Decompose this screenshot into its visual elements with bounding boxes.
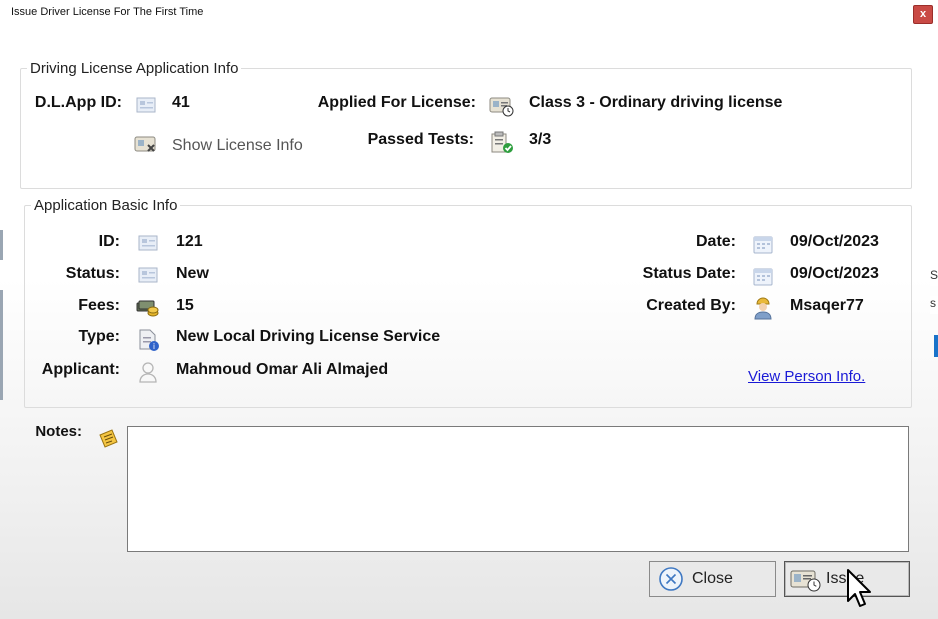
notes-textarea[interactable] — [127, 426, 909, 552]
license-app-info-legend: Driving License Application Info — [30, 60, 239, 77]
status-date-label: Status Date: — [642, 265, 736, 282]
passed-tests-label: Passed Tests: — [367, 131, 474, 148]
id-card-icon — [137, 265, 159, 285]
id-value: 121 — [176, 233, 203, 250]
right-edge-fragment: s — [930, 296, 938, 314]
status-label: Status: — [65, 265, 120, 282]
license-issue-icon — [790, 566, 822, 592]
id-card-icon — [137, 233, 159, 253]
applied-for-value: Class 3 - Ordinary driving license — [529, 94, 783, 111]
license-view-icon — [133, 134, 161, 156]
fees-value: 15 — [176, 297, 194, 314]
passed-tests-icon — [488, 131, 516, 155]
dl-app-id-value: 41 — [172, 94, 190, 111]
created-by-value: Msaqer77 — [790, 297, 864, 314]
view-person-info-link[interactable]: View Person Info. — [748, 368, 865, 385]
person-icon — [137, 360, 159, 384]
user-icon — [751, 295, 775, 321]
created-by-label: Created By: — [646, 297, 736, 314]
left-edge-fragment — [0, 230, 3, 260]
money-icon — [135, 297, 161, 319]
id-card-icon — [135, 95, 157, 115]
show-license-info-link[interactable]: Show License Info — [172, 137, 303, 155]
id-label: ID: — [98, 233, 120, 250]
window-title: Issue Driver License For The First Time — [11, 6, 204, 18]
applied-for-label: Applied For License: — [317, 94, 476, 111]
license-app-info-group: Driving License Application Info — [20, 60, 912, 189]
application-basic-info-legend: Application Basic Info — [34, 197, 178, 214]
calendar-icon — [751, 265, 775, 287]
passed-tests-value: 3/3 — [529, 131, 552, 148]
close-button-label: Close — [692, 570, 733, 587]
left-edge-fragment — [0, 290, 3, 400]
type-label: Type: — [78, 328, 120, 345]
document-icon: i — [136, 327, 162, 353]
right-edge-accent — [934, 335, 938, 357]
svg-text:i: i — [153, 342, 155, 351]
notes-icon — [95, 426, 121, 452]
status-value: New — [176, 265, 209, 282]
fees-label: Fees: — [78, 297, 120, 314]
mouse-pointer-icon — [845, 568, 875, 617]
type-value: New Local Driving License Service — [176, 328, 441, 345]
date-value: 09/Oct/2023 — [790, 233, 879, 250]
dl-app-id-label: D.L.App ID: — [34, 94, 122, 111]
calendar-icon — [751, 233, 775, 255]
close-button[interactable]: Close — [649, 561, 776, 597]
close-circle-icon — [658, 566, 684, 592]
date-label: Date: — [695, 233, 736, 250]
right-edge-fragment: S — [930, 268, 938, 286]
title-bar: Issue Driver License For The First Time … — [0, 0, 938, 28]
license-card-icon — [488, 94, 516, 118]
applicant-label: Applicant: — [41, 361, 120, 378]
applicant-value: Mahmoud Omar Ali Almajed — [176, 361, 389, 378]
window-close-button[interactable]: x — [913, 5, 933, 24]
notes-label: Notes: — [35, 423, 82, 440]
status-date-value: 09/Oct/2023 — [790, 265, 879, 282]
